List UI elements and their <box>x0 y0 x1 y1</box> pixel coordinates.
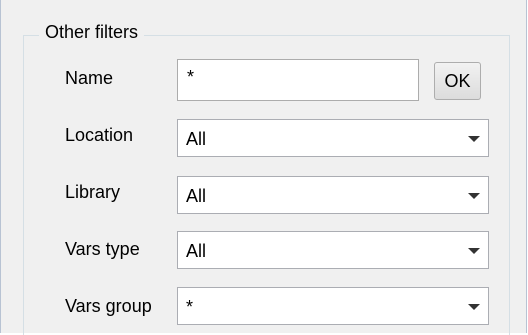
vars-group-dropdown[interactable]: * <box>177 287 489 325</box>
location-label: Location <box>65 125 134 145</box>
library-label: Library <box>65 182 121 202</box>
library-dropdown[interactable]: All <box>177 176 489 214</box>
chevron-down-icon[interactable] <box>468 136 480 142</box>
vars-type-label: Vars type <box>65 239 140 259</box>
vars-group-value: * <box>186 297 194 317</box>
ok-button[interactable]: OK <box>434 62 481 100</box>
vars-type-dropdown[interactable]: All <box>177 231 489 269</box>
library-value: All <box>186 186 207 206</box>
vars-group-label: Vars group <box>65 296 152 316</box>
chevron-down-icon[interactable] <box>468 248 480 254</box>
chevron-down-icon[interactable] <box>468 304 480 310</box>
filters-panel: Other filters Name * OK Location All Lib… <box>0 0 527 335</box>
group-title: Other filters <box>39 20 145 44</box>
location-value: All <box>186 129 207 149</box>
vars-type-value: All <box>186 241 207 261</box>
chevron-down-icon[interactable] <box>468 193 480 199</box>
name-label: Name <box>65 68 114 88</box>
location-dropdown[interactable]: All <box>177 119 489 157</box>
name-input[interactable]: * <box>177 59 419 101</box>
